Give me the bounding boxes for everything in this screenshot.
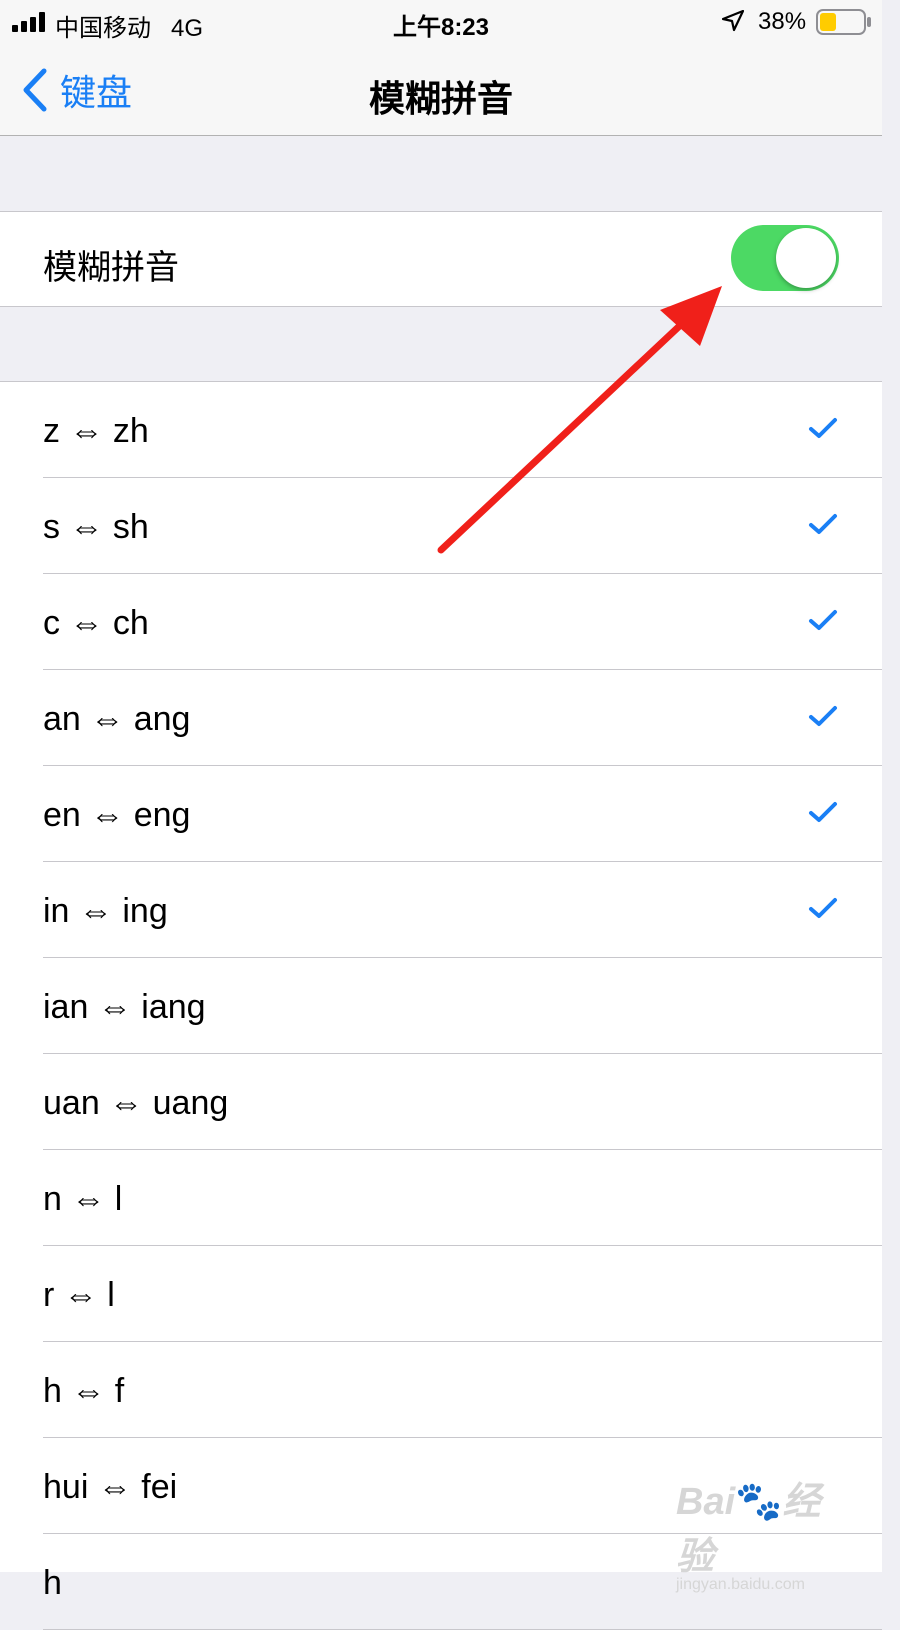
list-item-label: en ⇔ eng [43, 796, 191, 834]
list-item-label: an ⇔ ang [43, 700, 191, 738]
checkmark-icon [809, 898, 837, 918]
list-item[interactable]: en ⇔ eng [0, 766, 882, 862]
list-item-label: s ⇔ sh [43, 508, 149, 546]
list-item-label: r ⇔ l [43, 1276, 115, 1314]
fuzzy-pair-list: z ⇔ zh s ⇔ sh c ⇔ ch an ⇔ ang en ⇔ eng in ⇔ i… [0, 381, 882, 1630]
list-item-label: uan ⇔ uang [43, 1084, 229, 1122]
list-item[interactable]: an ⇔ ang [0, 670, 882, 766]
battery-percent: 38% [758, 8, 807, 35]
status-time: 上午8:23 [392, 14, 490, 41]
list-item-label: h [43, 1564, 62, 1602]
list-item[interactable]: in ⇔ ing [0, 862, 882, 958]
page-title: 模糊拼音 [368, 78, 513, 119]
list-item[interactable]: hui ⇔ fei [0, 1438, 882, 1534]
checkmark-icon [809, 418, 837, 438]
list-item[interactable]: uan ⇔ uang [0, 1054, 882, 1150]
list-item[interactable]: h [0, 1534, 882, 1630]
list-item-label: h ⇔ f [43, 1372, 125, 1410]
checkmark-icon [809, 706, 837, 726]
navigation-bar: 键盘 模糊拼音 [0, 44, 882, 136]
checkmark-icon [809, 802, 837, 822]
list-item[interactable]: r ⇔ l [0, 1246, 882, 1342]
list-item[interactable]: s ⇔ sh [0, 478, 882, 574]
switch-knob [776, 228, 836, 288]
list-item-label: c ⇔ ch [43, 604, 149, 642]
status-bar: 中国移动 4G 上午8:23 38% [0, 0, 882, 44]
location-icon [722, 10, 744, 32]
list-item-label: z ⇔ zh [43, 412, 149, 450]
checkmark-icon [809, 610, 837, 630]
list-item-label: in ⇔ ing [43, 892, 168, 930]
checkmark-icon [809, 514, 837, 534]
list-item[interactable]: ian ⇔ iang [0, 958, 882, 1054]
toggle-label: 模糊拼音 [43, 249, 179, 287]
list-item-label: n ⇔ l [43, 1180, 123, 1218]
battery-icon [816, 9, 871, 35]
fuzzy-pinyin-switch[interactable] [731, 225, 839, 291]
list-item[interactable]: h ⇔ f [0, 1342, 882, 1438]
list-item[interactable]: n ⇔ l [0, 1150, 882, 1246]
list-item[interactable]: c ⇔ ch [0, 574, 882, 670]
list-item[interactable]: z ⇔ zh [0, 382, 882, 478]
list-item-label: hui ⇔ fei [43, 1468, 178, 1506]
list-item-label: ian ⇔ iang [43, 988, 206, 1026]
